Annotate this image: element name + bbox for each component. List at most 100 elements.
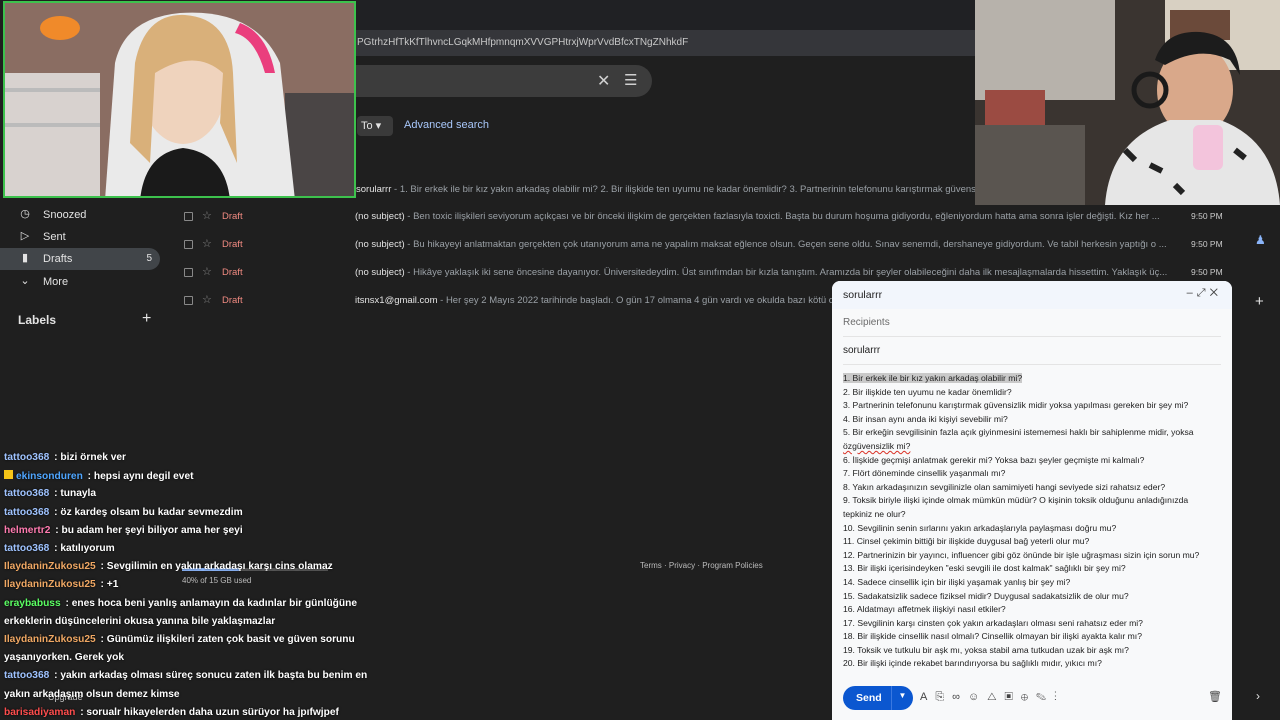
compose-line: 19. Toksik ve tutkulu bir aşk mı, yoksa … — [843, 644, 1129, 655]
search-bar[interactable]: ✕ ☰ — [340, 65, 652, 97]
to-filter-chip[interactable]: To ▾ — [357, 116, 393, 136]
chat-message: IlaydaninZukosu25 : Sevgilimin en yakın … — [4, 561, 333, 572]
send-button[interactable]: Send ▼ — [843, 686, 913, 710]
chat-text: : tunayla — [51, 488, 97, 500]
compose-line: 14. Sadece cinsellik için bir ilişki yaş… — [843, 576, 1071, 587]
row-checkbox[interactable] — [184, 212, 193, 221]
row-checkbox[interactable] — [184, 296, 193, 305]
more-options-icon[interactable]: ⋮ — [1054, 691, 1065, 703]
mail-subject: sorularrr — [356, 184, 392, 195]
chat-message: helmertr2 : bu adam her şeyi biliyor ama… — [4, 525, 243, 536]
compose-line: 15. Sadakatsizlik sadece fiziksel midir?… — [843, 590, 1129, 601]
chat-message: IlaydaninZukosu25 : +1 — [4, 579, 118, 590]
format-text-icon[interactable]: A — [920, 691, 935, 703]
chat-username: IlaydaninZukosu25 — [4, 579, 96, 591]
chat-text: : bizi örnek ver — [51, 452, 127, 463]
sidebar-item-sent[interactable]: ▷ Sent — [0, 226, 160, 248]
send-label: Send — [856, 692, 882, 704]
mail-row[interactable]: ☆ Draft (no subject) - Bu hikayeyi anlatma… — [172, 231, 1232, 259]
star-icon[interactable]: ☆ — [202, 293, 212, 306]
sidebar-item-snoozed[interactable]: ◷ Snoozed — [0, 204, 160, 226]
labels-heading: Labels — [18, 313, 57, 327]
add-addon-icon[interactable]: + — [1255, 293, 1264, 310]
attach-icon[interactable]: ⎘ — [935, 691, 952, 703]
mail-preview: sorularrr - 1. Bir erkek ile bir kız yak… — [356, 184, 983, 195]
sidebar-item-label: More — [43, 276, 69, 288]
address-bar[interactable]: PGtrhzHfTkKfTlhvncLGqkMHfpmnqmXVVGPHtrxj… — [355, 30, 975, 56]
divider — [843, 336, 1221, 337]
clock-icon: ◷ — [20, 208, 30, 220]
mail-time: 9:50 PM — [1191, 267, 1223, 277]
compose-line: 3. Partnerinin telefonunu karıştırmak gü… — [843, 400, 1189, 411]
chat-text: : Günümüz ilişkileri zaten çok basit ve … — [97, 634, 355, 645]
compose-line: 18. Bir ilişkide cinsellik nasıl olmalı?… — [843, 631, 1142, 642]
drafts-count: 5 — [146, 253, 152, 264]
subject-field[interactable]: sorularrr — [843, 345, 880, 356]
footer-links[interactable]: Terms · Privacy · Program Policies — [640, 561, 763, 570]
sidebar-item-drafts[interactable]: ▮ Drafts 5 — [0, 248, 160, 270]
emoji-icon[interactable]: ☺ — [968, 691, 987, 703]
star-icon[interactable]: ☆ — [202, 265, 212, 278]
compose-header[interactable]: sorularrr –⤢✕ — [832, 281, 1232, 309]
star-icon[interactable]: ☆ — [202, 237, 212, 250]
sidebar-item-label: Sent — [43, 231, 66, 243]
compose-line: 9. Toksik biriyle ilişki içinde olmak mü… — [843, 495, 1189, 506]
send-options-icon[interactable]: ▼ — [891, 686, 913, 710]
mail-snippet: - Ben toxic ilişkileri seviyorum açıkças… — [404, 211, 1160, 222]
row-checkbox[interactable] — [184, 268, 193, 277]
mail-subject: itsnsx1@gmail.com — [355, 295, 438, 306]
signature-icon[interactable]: ✎ — [1036, 691, 1054, 703]
chat-username: tattoo368 — [4, 506, 50, 518]
expand-panel-icon[interactable]: › — [1256, 689, 1260, 703]
chat-text: : öz kardeş olsam bu kadar sevmezdim — [51, 506, 243, 518]
mail-subject: (no subject) — [355, 211, 405, 222]
lock-icon[interactable]: ⊕ — [1021, 691, 1036, 703]
window-controls[interactable]: –⤢✕ — [1187, 287, 1222, 300]
photo-icon[interactable]: ▣ — [1004, 691, 1020, 703]
minimize-icon[interactable]: – — [1187, 287, 1197, 299]
mail-row[interactable]: ☆ Draft (no subject) - Ben toxic ilişkiler… — [172, 203, 1232, 231]
compose-body[interactable]: 1. Bir erkek ile bir kız yakın arkadaş o… — [843, 372, 1223, 671]
close-icon[interactable]: ✕ — [1210, 287, 1222, 299]
chat-message: barisadiyaman : sorualr hikayelerden dah… — [4, 707, 339, 718]
star-icon[interactable]: ☆ — [202, 209, 212, 222]
sidebar-item-label: Snoozed — [43, 209, 87, 221]
trash-icon[interactable]: 🗑 — [1208, 690, 1222, 703]
storage-text: 40% of 15 GB used — [182, 576, 252, 585]
streamer-webcam-right — [975, 0, 1280, 205]
mail-preview: (no subject) - Ben toxic ilişkileri sevi… — [355, 211, 1160, 222]
chat-username: tattoo368 — [4, 452, 50, 463]
webcam-feed-image — [5, 3, 354, 196]
chat-username: helmertr2 — [4, 524, 51, 536]
advanced-search-link[interactable]: Advanced search — [404, 119, 489, 131]
mail-snippet: - Her şey 2 Mayıs 2022 tarihinde başladı… — [437, 295, 847, 306]
compose-line: özgüvensizlik mi? — [843, 440, 1223, 454]
streamer-webcam-left — [3, 1, 356, 198]
chat-username: eraybabuss — [4, 597, 61, 609]
chat-message: IlaydaninZukosu25 : Günümüz ilişkileri z… — [4, 634, 355, 645]
compose-line: 1. Bir erkek ile bir kız yakın arkadaş o… — [843, 372, 1223, 386]
recipients-field[interactable]: Recipients — [843, 317, 890, 328]
compose-line: 16. Aldatmayı affetmek ilişkiyi nasıl et… — [843, 604, 1006, 615]
sidebar-item-label: Drafts — [43, 253, 73, 265]
chevron-down-icon: ⌄ — [20, 275, 30, 287]
chat-message: yaşanıyorken. Gerek yok — [4, 652, 124, 663]
compose-window[interactable]: sorularrr –⤢✕ Recipients sorularrr 1. Bi… — [832, 281, 1232, 720]
add-label-icon[interactable]: + — [142, 310, 151, 328]
fullscreen-icon[interactable]: ⤢ — [1197, 287, 1210, 299]
chat-text: : hepsi aynı degil evet — [84, 471, 194, 483]
formatting-toolbar[interactable]: A⎘∞☺△▣⊕✎⋮ — [920, 691, 1065, 704]
drive-icon[interactable]: △ — [987, 691, 1004, 703]
close-icon[interactable]: ✕ — [597, 71, 610, 91]
chat-text: yakın arkadaşım olsun demez kimse — [4, 688, 180, 700]
contacts-icon[interactable]: ♟ — [1255, 233, 1266, 247]
badge-icon — [4, 470, 13, 480]
sidebar-item-more[interactable]: ⌄ More — [0, 271, 160, 293]
chat-message: tattoo368 : bizi örnek ver — [4, 452, 126, 463]
chat-text: : yakın arkadaş olması süreç sonucu zate… — [51, 670, 368, 682]
row-checkbox[interactable] — [184, 240, 193, 249]
chat-message: erkeklerin düşüncelerini okusa yanına bi… — [4, 616, 275, 627]
tune-icon[interactable]: ☰ — [624, 71, 637, 89]
link-icon[interactable]: ∞ — [952, 691, 968, 703]
chat-text: : Sevgilimin en yakın arkadaşı karşı cin… — [97, 561, 333, 573]
